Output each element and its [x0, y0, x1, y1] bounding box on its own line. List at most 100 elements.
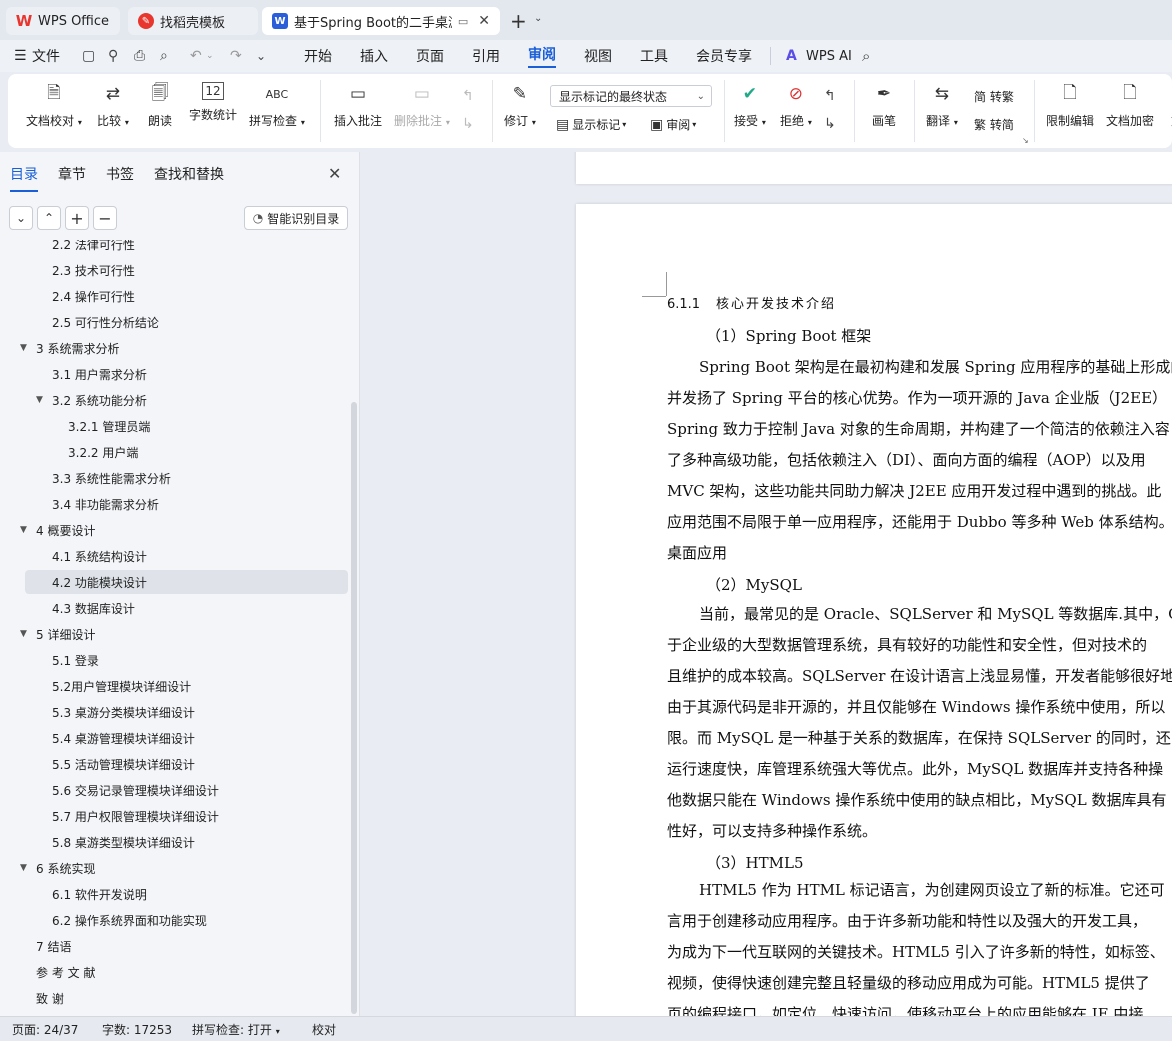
toc-item[interactable]: 致 谢	[0, 986, 350, 1010]
prev-comment-icon[interactable]: ↰	[462, 88, 474, 104]
search-icon[interactable]: ⌕	[862, 47, 870, 65]
revise-button[interactable]: ✎ 修订 ▾	[504, 82, 536, 129]
demote-icon[interactable]: −	[93, 206, 117, 230]
tab-chapters[interactable]: 章节	[58, 164, 86, 192]
doc-proof-button[interactable]: 🗎 文档校对 ▾	[26, 82, 82, 129]
encrypt-doc-button[interactable]: 🗋 文档加密	[1106, 82, 1154, 129]
undo-dropdown-icon[interactable]: ⌄	[206, 51, 214, 61]
pen-button[interactable]: ✒ 画笔	[872, 82, 896, 129]
smart-toc-button[interactable]: ◔ 智能识别目录	[244, 206, 348, 230]
tab-find-replace[interactable]: 查找和替换	[154, 164, 224, 192]
toc-item[interactable]: 2.2 法律可行性	[0, 240, 350, 256]
redo-icon[interactable]: ↷	[230, 48, 242, 64]
menu-review[interactable]: 审阅	[528, 44, 556, 68]
reject-button[interactable]: ⊘ 拒绝 ▾	[780, 82, 812, 129]
print-icon[interactable]: ⎙	[134, 48, 145, 64]
restrict-edit-button[interactable]: 🗋 限制编辑	[1046, 82, 1094, 129]
accept-button[interactable]: ✔ 接受 ▾	[734, 82, 766, 129]
toc-item[interactable]: ▼ 6 系统实现	[0, 856, 350, 880]
tab-docer[interactable]: ✎ 找稻壳模板	[128, 7, 258, 35]
toc-item[interactable]: 参 考 文 献	[0, 960, 350, 984]
print-preview-icon[interactable]: ⌕	[160, 48, 168, 64]
translate-button[interactable]: ⇆ 翻译 ▾	[926, 82, 958, 129]
menu-member[interactable]: 会员专享	[696, 46, 752, 66]
toc-item[interactable]: 5.6 交易记录管理模块详细设计	[0, 778, 350, 802]
markup-mode-select[interactable]: 显示标记的最终状态 ⌄	[550, 85, 712, 107]
undo-icon[interactable]: ↶	[190, 48, 202, 64]
toc-item[interactable]: ▼ 3.2 系统功能分析	[0, 388, 350, 412]
toc-item[interactable]: 3.1 用户需求分析	[0, 362, 350, 386]
toc-item[interactable]: 3.2.1 管理员端	[0, 414, 350, 438]
toc-scrollbar[interactable]	[351, 402, 357, 1014]
toc-item[interactable]: 3.3 系统性能需求分析	[0, 466, 350, 490]
toc-item[interactable]: ▼ 5 详细设计	[0, 622, 350, 646]
page-indicator[interactable]: 页面: 24/37	[12, 1021, 78, 1038]
word-count-button[interactable]: 12 字数统计	[189, 82, 237, 123]
expand-all-icon[interactable]: ⌄	[9, 206, 33, 230]
tab-wps-office[interactable]: W WPS Office	[6, 7, 120, 35]
collapse-icon[interactable]: ⌃	[37, 206, 61, 230]
save-icon[interactable]: ▢	[82, 48, 95, 64]
toc-item[interactable]: ▼ 4 概要设计	[0, 518, 350, 542]
more-ribbon-button[interactable]: 文	[1165, 82, 1172, 129]
tab-bookmarks[interactable]: 书签	[106, 164, 134, 192]
read-aloud-button[interactable]: 🗐 朗读	[148, 82, 172, 129]
close-tab-icon[interactable]: ✕	[478, 13, 490, 29]
new-tab-icon[interactable]: +	[510, 9, 527, 33]
toc-item[interactable]: 5.5 活动管理模块详细设计	[0, 752, 350, 776]
toc-item[interactable]: 5.4 桌游管理模块详细设计	[0, 726, 350, 750]
next-comment-icon[interactable]: ↳	[462, 116, 474, 132]
toc-item[interactable]: 6.2 操作系统界面和功能实现	[0, 908, 350, 932]
expand-arrow-icon[interactable]: ▼	[20, 629, 27, 639]
insert-comment-button[interactable]: ▭ 插入批注	[334, 82, 382, 129]
toc-item[interactable]: 4.3 数据库设计	[0, 596, 350, 620]
toc-item[interactable]: 5.1 登录	[0, 648, 350, 672]
menu-page[interactable]: 页面	[416, 46, 444, 66]
word-count-status[interactable]: 字数: 17253	[102, 1021, 172, 1038]
to-traditional-button[interactable]: 简 转繁	[974, 88, 1014, 105]
toc-item[interactable]: 5.7 用户权限管理模块详细设计	[0, 804, 350, 828]
promote-icon[interactable]: +	[65, 206, 89, 230]
expand-arrow-icon[interactable]: ▼	[36, 395, 43, 405]
menu-tools[interactable]: 工具	[640, 46, 668, 66]
window-icon[interactable]: ▭	[458, 15, 468, 28]
spell-check-button[interactable]: ABC 拼写检查 ▾	[249, 82, 305, 129]
menu-insert[interactable]: 插入	[360, 46, 388, 66]
file-menu[interactable]: 文件	[32, 46, 60, 66]
review-pane-button[interactable]: ▣ 审阅 ▾	[650, 116, 696, 133]
delete-comment-button[interactable]: ▭ 删除批注 ▾	[394, 82, 450, 129]
more-dropdown-icon[interactable]: ⌄	[256, 49, 266, 63]
toc-item[interactable]: 4.1 系统结构设计	[0, 544, 350, 568]
next-change-icon[interactable]: ↳	[824, 116, 836, 132]
dialog-launcher-icon[interactable]: ↘	[1022, 136, 1029, 145]
menu-start[interactable]: 开始	[304, 46, 332, 66]
toc-item[interactable]: 4.2 功能模块设计	[25, 570, 348, 594]
to-simplified-button[interactable]: 繁 转简	[974, 116, 1014, 133]
toc-item[interactable]: 3.2.2 用户端	[0, 440, 350, 464]
proofread-status[interactable]: 校对	[312, 1021, 336, 1038]
toc-item[interactable]: 5.2用户管理模块详细设计	[0, 674, 350, 698]
tab-document[interactable]: W 基于Spring Boot的二手桌游交 ▭ ✕	[262, 7, 500, 35]
toc-item[interactable]: 2.5 可行性分析结论	[0, 310, 350, 334]
spell-check-status[interactable]: 拼写检查: 打开 ▾	[192, 1021, 280, 1038]
toc-item[interactable]: 7 结语	[0, 934, 350, 958]
toc-item[interactable]: 3.4 非功能需求分析	[0, 492, 350, 516]
close-icon[interactable]: ✕	[328, 164, 341, 183]
chevron-down-icon[interactable]: ⌄	[534, 13, 542, 24]
toc-item[interactable]: ▼ 3 系统需求分析	[0, 336, 350, 360]
toc-item[interactable]: 5.3 桌游分类模块详细设计	[0, 700, 350, 724]
toc-item[interactable]: 5.8 桌游类型模块详细设计	[0, 830, 350, 854]
expand-arrow-icon[interactable]: ▼	[20, 343, 27, 353]
toc-item[interactable]: 2.3 技术可行性	[0, 258, 350, 282]
compare-button[interactable]: ⇄ 比较 ▾	[97, 82, 129, 129]
hamburger-icon[interactable]: ☰	[14, 48, 27, 64]
prev-change-icon[interactable]: ↰	[824, 88, 836, 104]
menu-view[interactable]: 视图	[584, 46, 612, 66]
show-markup-button[interactable]: ▤ 显示标记 ▾	[556, 116, 626, 133]
share-icon[interactable]: ⚲	[108, 48, 118, 64]
toc-item[interactable]: 2.4 操作可行性	[0, 284, 350, 308]
expand-arrow-icon[interactable]: ▼	[20, 863, 27, 873]
expand-arrow-icon[interactable]: ▼	[20, 525, 27, 535]
menu-reference[interactable]: 引用	[472, 46, 500, 66]
toc-item[interactable]: 6.1 软件开发说明	[0, 882, 350, 906]
